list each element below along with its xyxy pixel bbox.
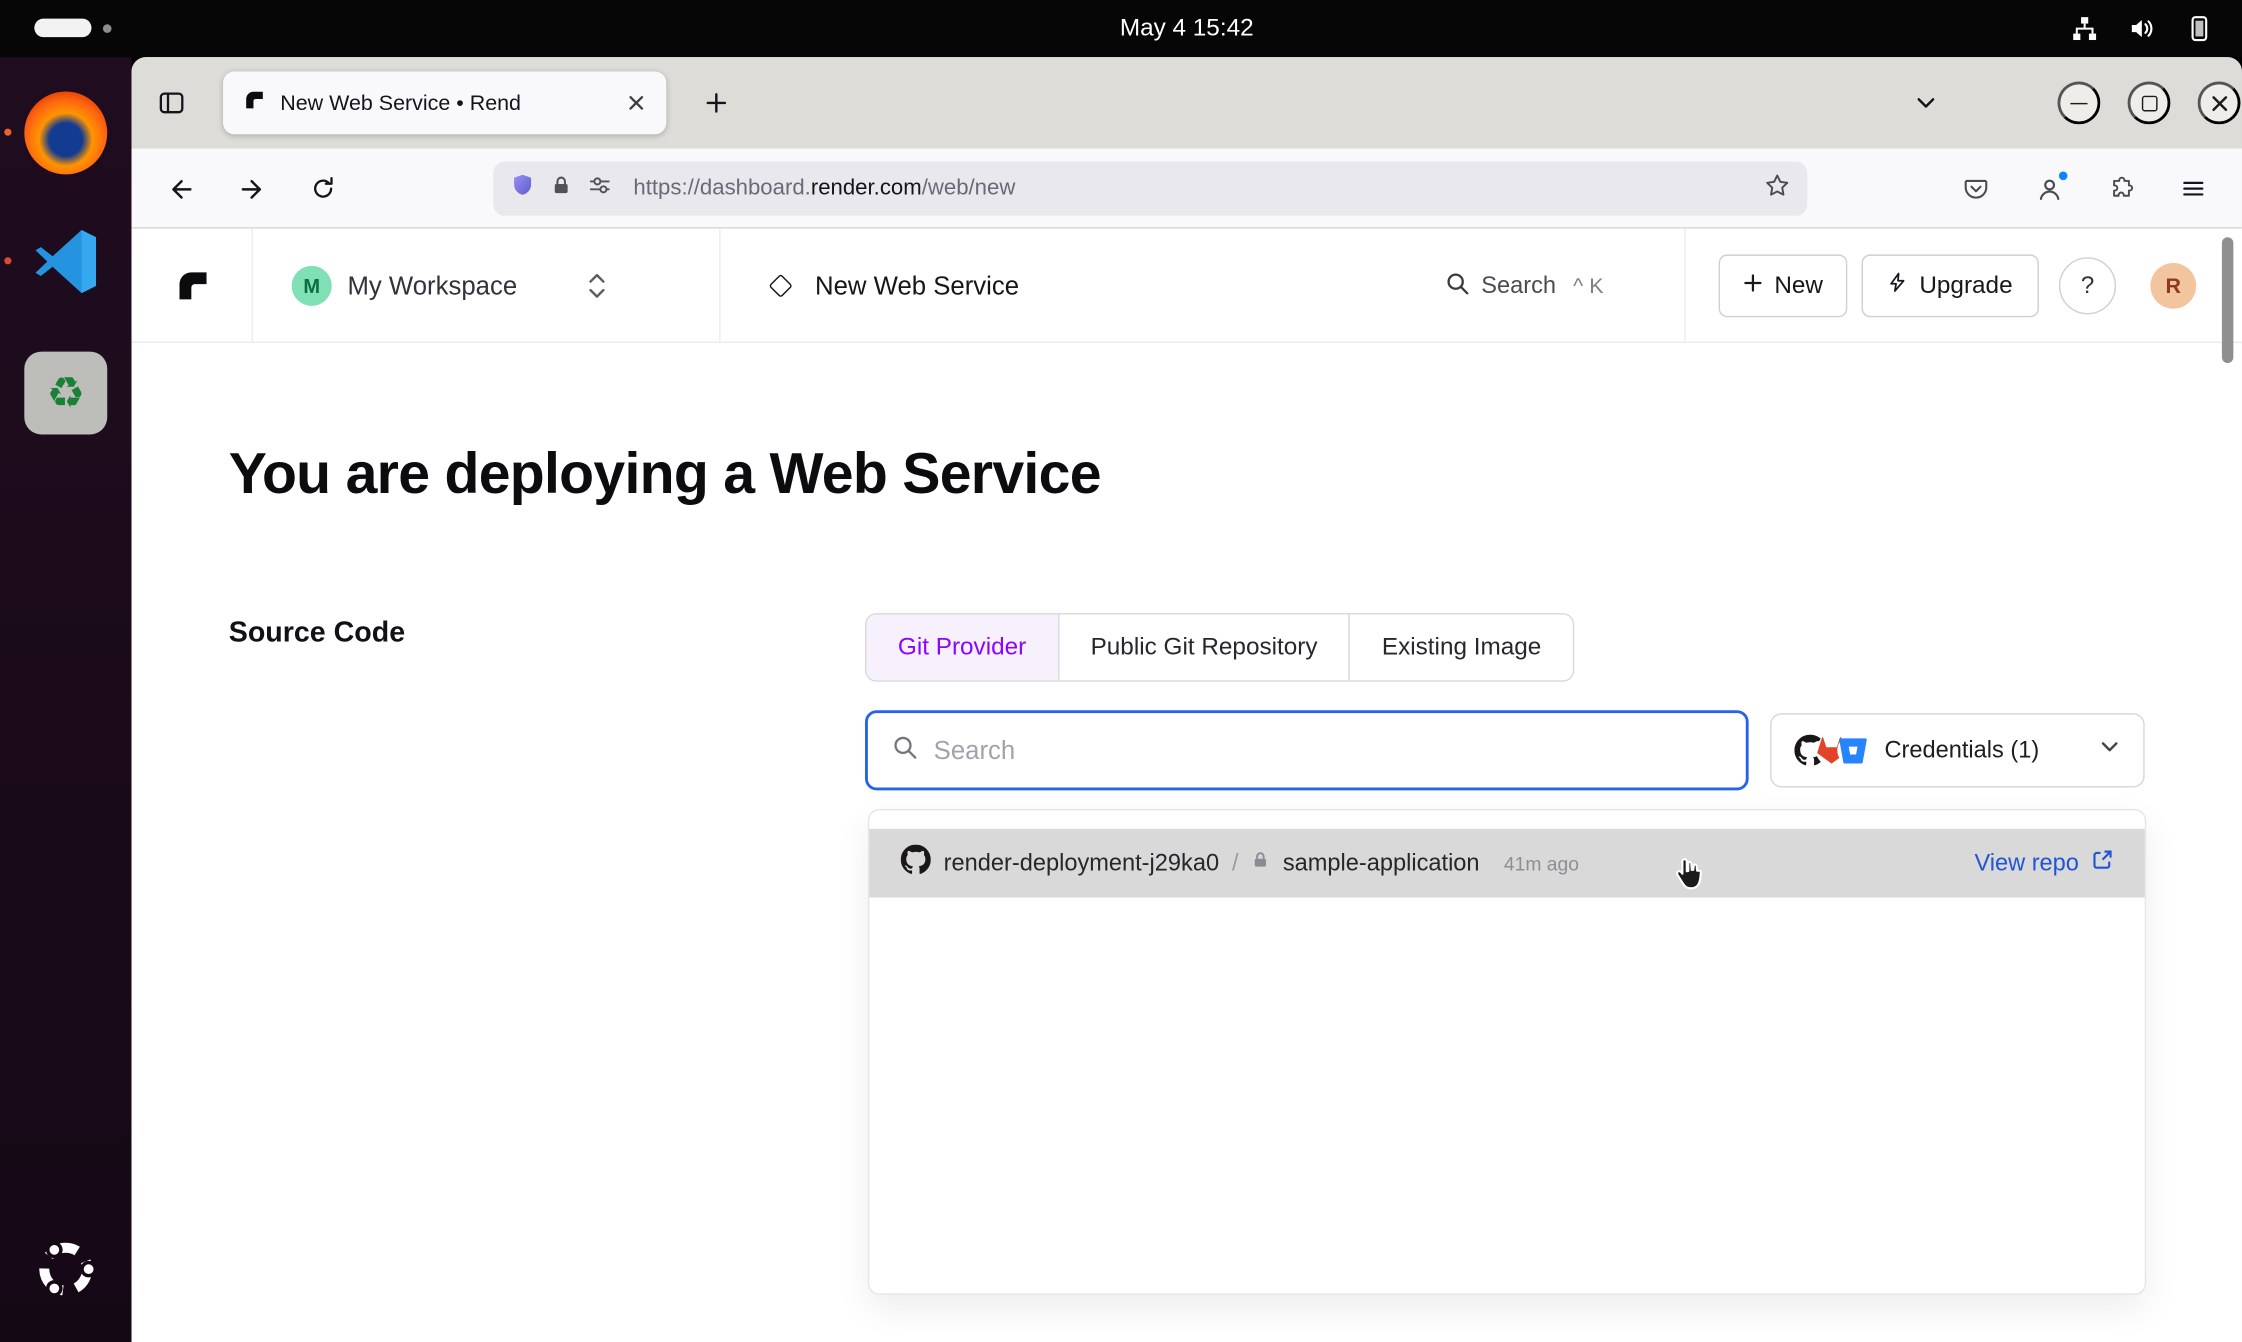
credentials-label: Credentials (1) — [1884, 737, 2039, 764]
network-icon[interactable] — [2070, 14, 2099, 43]
url-text[interactable]: https://dashboard.render.com/web/new — [633, 176, 1748, 202]
app-header: M My Workspace New Web Service Search ^ … — [132, 229, 2242, 343]
window-minimize-icon[interactable] — [2057, 81, 2100, 124]
navigation-bar: https://dashboard.render.com/web/new — [132, 149, 2242, 229]
new-button[interactable]: New — [1719, 254, 1848, 317]
bookmark-star-icon[interactable] — [1764, 172, 1790, 205]
vscode-running-indicator — [4, 257, 11, 264]
view-repo-link[interactable]: View repo — [1974, 849, 2113, 878]
credential-provider-icons — [1794, 735, 1868, 766]
repo-owner: render-deployment-j29ka0 — [944, 850, 1219, 877]
tab-title: New Web Service • Rend — [280, 91, 606, 115]
user-avatar[interactable]: R — [2150, 263, 2196, 309]
lock-icon — [1251, 850, 1270, 876]
firefox-icon[interactable] — [24, 91, 107, 174]
activities-pill[interactable] — [34, 19, 91, 38]
repo-search-input[interactable] — [934, 735, 1723, 765]
tab-bar: New Web Service • Rend — [132, 57, 2242, 148]
trash-icon[interactable]: ♻ — [24, 352, 107, 435]
search-icon — [1444, 269, 1470, 302]
browser-tab[interactable]: New Web Service • Rend — [223, 71, 666, 134]
account-notification-dot — [2057, 170, 2068, 181]
new-tab-icon[interactable] — [692, 79, 741, 128]
tab-close-icon[interactable] — [618, 84, 655, 121]
render-favicon-icon — [243, 88, 266, 118]
menu-icon[interactable] — [2169, 164, 2218, 213]
search-shortcut: ^ K — [1573, 274, 1603, 298]
workspace-switcher-icon[interactable] — [586, 270, 607, 309]
breadcrumb: New Web Service — [815, 229, 1019, 343]
pocket-icon[interactable] — [1952, 164, 2001, 213]
system-tray[interactable] — [2070, 0, 2213, 57]
plus-icon — [1743, 272, 1763, 301]
volume-icon[interactable] — [2128, 14, 2157, 43]
help-button[interactable]: ? — [2059, 257, 2116, 314]
header-divider — [719, 229, 720, 343]
system-bar: May 4 15:42 — [0, 0, 2242, 57]
search-label: Search — [1481, 272, 1556, 299]
dock: ♻ — [0, 57, 132, 1342]
account-icon[interactable] — [2025, 164, 2074, 213]
source-tabs: Git Provider Public Git Repository Exist… — [865, 613, 1574, 682]
external-link-icon — [2092, 849, 2113, 878]
workspace-dot — [103, 24, 112, 33]
page-scrollbar[interactable] — [2222, 237, 2233, 363]
battery-icon[interactable] — [2185, 14, 2214, 43]
service-diamond-icon — [769, 274, 793, 298]
repo-separator: / — [1232, 850, 1239, 877]
render-logo-icon[interactable] — [174, 267, 211, 304]
ubuntu-icon[interactable] — [26, 1229, 106, 1309]
render-dashboard-page: M My Workspace New Web Service Search ^ … — [132, 229, 2242, 1342]
clock[interactable]: May 4 15:42 — [1120, 0, 1254, 57]
page-title: You are deploying a Web Service — [229, 443, 1101, 507]
lock-icon[interactable] — [550, 174, 571, 203]
reload-icon[interactable] — [299, 164, 348, 213]
bitbucket-icon — [1837, 735, 1868, 766]
bolt-icon — [1888, 272, 1908, 301]
tab-git-provider[interactable]: Git Provider — [866, 615, 1057, 681]
header-divider — [252, 229, 253, 343]
vscode-icon[interactable] — [24, 220, 107, 303]
shield-icon[interactable] — [510, 173, 534, 204]
list-all-tabs-icon[interactable] — [1902, 79, 1951, 128]
repo-list-panel: render-deployment-j29ka0 / sample-applic… — [868, 809, 2146, 1295]
tab-existing-image[interactable]: Existing Image — [1349, 615, 1573, 681]
tab-public-git-repository[interactable]: Public Git Repository — [1058, 615, 1349, 681]
search-icon — [891, 733, 918, 767]
extensions-icon[interactable] — [2098, 164, 2147, 213]
github-icon — [901, 845, 931, 882]
firefox-running-indicator — [4, 129, 11, 136]
browser-window: New Web Service • Rend https://dashboard… — [132, 57, 2242, 1342]
repo-search-box — [865, 710, 1749, 790]
forward-icon[interactable] — [227, 164, 276, 213]
workspace-avatar[interactable]: M — [292, 266, 332, 306]
window-restore-icon[interactable] — [2128, 81, 2171, 124]
mouse-cursor — [1670, 855, 1709, 905]
permissions-icon[interactable] — [588, 173, 612, 204]
credentials-dropdown[interactable]: Credentials (1) — [1770, 713, 2145, 787]
window-close-icon[interactable] — [2198, 81, 2241, 124]
workspace-name[interactable]: My Workspace — [347, 229, 517, 343]
repo-name: sample-application — [1283, 850, 1480, 877]
firefox-view-icon[interactable] — [147, 79, 196, 128]
url-bar[interactable]: https://dashboard.render.com/web/new — [493, 161, 1807, 215]
back-icon[interactable] — [156, 164, 205, 213]
repo-updated-time: 41m ago — [1504, 853, 1579, 874]
source-code-label: Source Code — [229, 617, 405, 650]
repo-row[interactable]: render-deployment-j29ka0 / sample-applic… — [869, 829, 2144, 898]
header-divider — [1684, 229, 1685, 343]
chevron-down-icon — [2099, 736, 2120, 765]
global-search[interactable]: Search ^ K — [1444, 229, 1603, 343]
upgrade-button[interactable]: Upgrade — [1862, 254, 2039, 317]
desktop: May 4 15:42 ♻ — [0, 0, 2242, 1342]
